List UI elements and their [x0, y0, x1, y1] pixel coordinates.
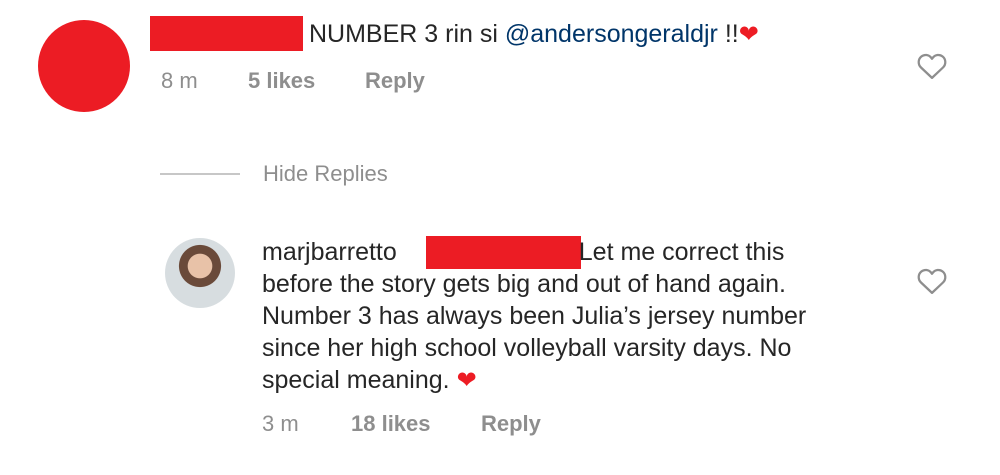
- reply-reply-button[interactable]: Reply: [481, 411, 541, 437]
- reply-likes[interactable]: 18 likes: [351, 411, 431, 437]
- reply-username[interactable]: marjbarretto: [262, 238, 397, 266]
- reply-text-line1: Let me correct this: [578, 238, 785, 266]
- username-redacted[interactable]: [150, 16, 303, 51]
- heart-emoji-icon: ❤: [456, 367, 477, 394]
- reply-time: 3 m: [262, 411, 299, 436]
- replies-divider: [160, 173, 240, 175]
- comment-likes[interactable]: 5 likes: [248, 68, 315, 94]
- mention-link[interactable]: @andersongeraldjr: [505, 20, 718, 48]
- reply-avatar[interactable]: [165, 238, 235, 308]
- comment-time: 8 m: [161, 68, 198, 93]
- hide-replies-button[interactable]: Hide Replies: [263, 161, 388, 187]
- like-heart-icon[interactable]: [917, 52, 947, 80]
- comment-text: NUMBER 3 rin si @andersongeraldjr !!❤: [309, 18, 759, 51]
- comment-suffix: !!: [717, 20, 739, 48]
- like-heart-icon[interactable]: [917, 267, 947, 295]
- avatar-redacted[interactable]: [38, 20, 130, 112]
- heart-emoji-icon: ❤: [738, 21, 759, 48]
- comment-reply-button[interactable]: Reply: [365, 68, 425, 94]
- reply-text-rest: before the story gets big and out of han…: [262, 270, 807, 394]
- reply-text: marjbarretto Let me correct this before t…: [262, 236, 862, 397]
- comment-body-text: NUMBER 3 rin si: [309, 20, 498, 48]
